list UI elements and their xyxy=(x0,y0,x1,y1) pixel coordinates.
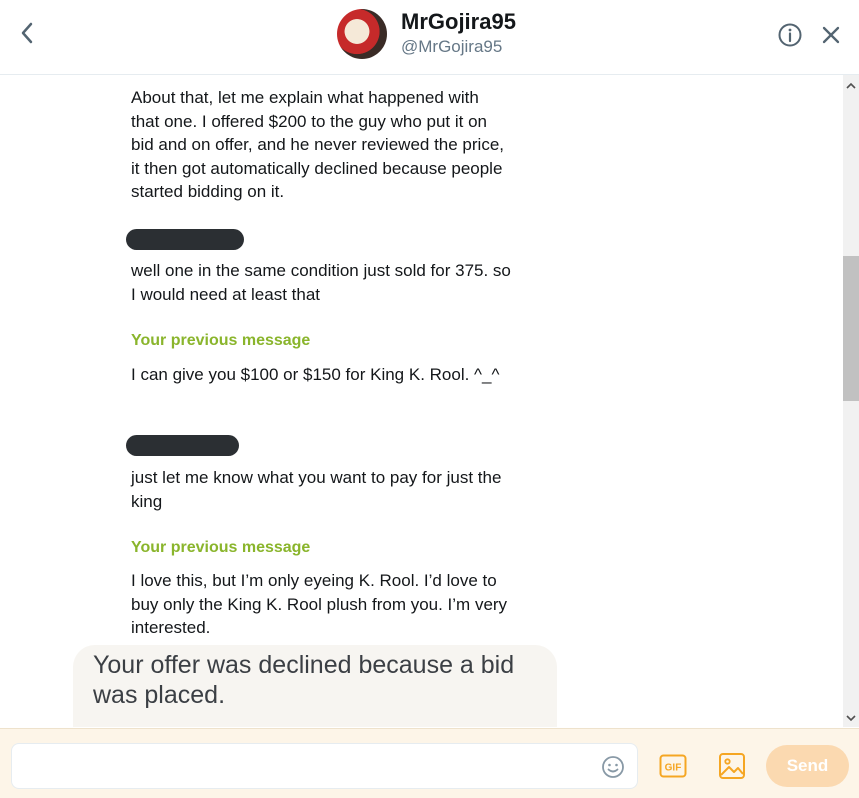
scrollbar-thumb[interactable] xyxy=(843,256,859,401)
previous-message-label: Your previous message xyxy=(131,539,311,556)
scroll-up-icon[interactable] xyxy=(845,80,857,92)
message-composer: GIF Send xyxy=(0,728,859,798)
gif-icon[interactable]: GIF xyxy=(659,754,687,778)
message-text: just let me know what you want to pay fo… xyxy=(131,468,502,511)
conversation-handle[interactable]: @MrGojira95 xyxy=(401,37,502,57)
info-icon[interactable] xyxy=(778,23,802,47)
redacted-sender-name xyxy=(126,229,244,250)
message-text: I can give you $100 or $150 for King K. … xyxy=(131,365,500,384)
scrollbar[interactable] xyxy=(843,75,859,727)
close-icon[interactable] xyxy=(821,25,841,45)
redacted-sender-name xyxy=(126,435,239,456)
system-notice-text: Your offer was declined because a bid wa… xyxy=(93,651,515,709)
gif-label: GIF xyxy=(665,763,682,774)
image-icon[interactable] xyxy=(717,751,747,781)
message-text: About that, let me explain what happened… xyxy=(131,88,504,201)
conversation-header: MrGojira95 @MrGojira95 xyxy=(0,0,859,75)
emoji-icon[interactable] xyxy=(601,755,625,779)
message-input[interactable] xyxy=(11,743,638,789)
back-arrow-icon[interactable] xyxy=(16,20,40,46)
message-text: well one in the same condition just sold… xyxy=(131,261,511,304)
scroll-down-icon[interactable] xyxy=(845,712,857,724)
message-thread[interactable]: About that, let me explain what happened… xyxy=(0,75,843,727)
system-notice-bubble: Your offer was declined because a bid wa… xyxy=(73,645,557,727)
avatar[interactable] xyxy=(337,9,387,59)
message-text: I love this, but I’m only eyeing K. Rool… xyxy=(131,571,508,637)
send-button[interactable]: Send xyxy=(766,745,849,787)
previous-message-label: Your previous message xyxy=(131,332,311,349)
conversation-name[interactable]: MrGojira95 xyxy=(401,9,516,35)
